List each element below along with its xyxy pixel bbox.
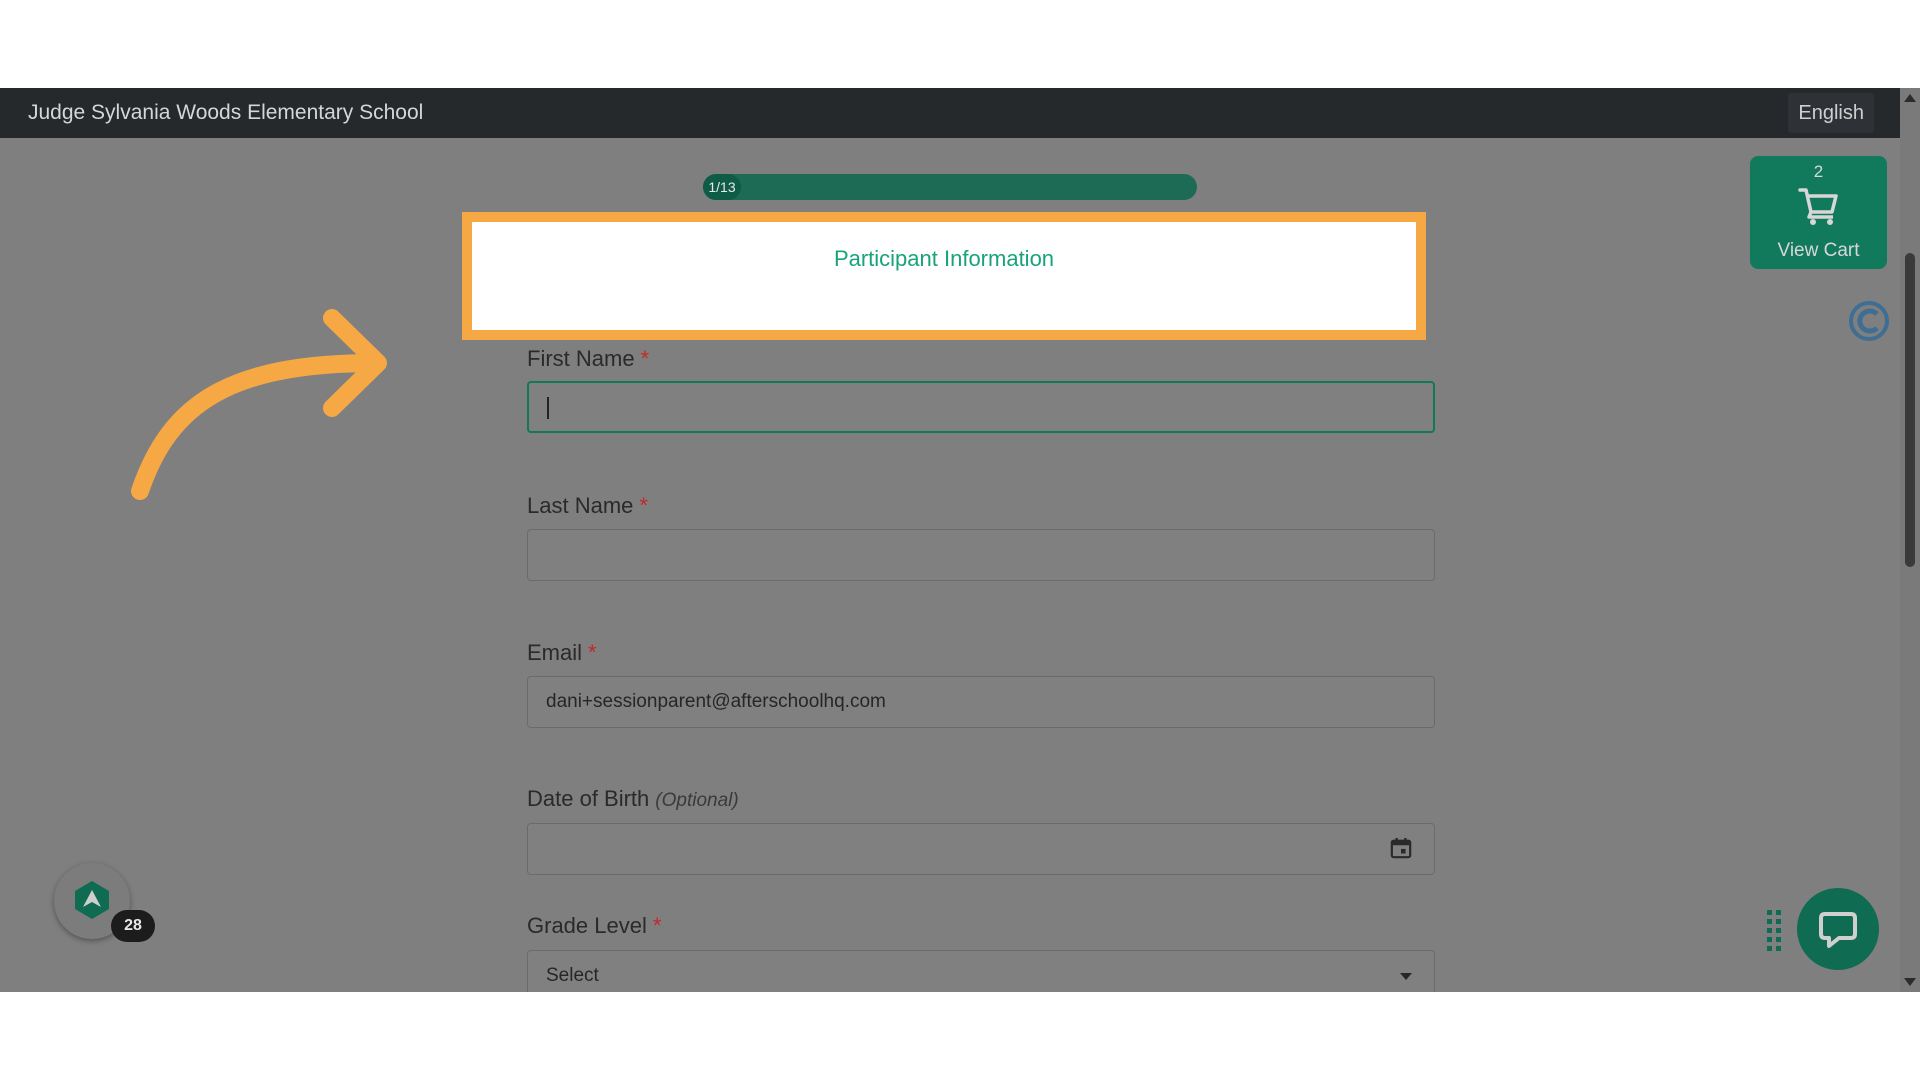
- chat-button[interactable]: [1797, 888, 1879, 970]
- section-title: Participant Information: [833, 246, 1055, 271]
- notification-count-badge: 28: [111, 910, 155, 942]
- text-caret: [547, 397, 549, 419]
- cart-icon: [1798, 188, 1838, 225]
- calendar-icon[interactable]: [1390, 837, 1412, 859]
- cart-count: 2: [1813, 162, 1824, 181]
- language-selector[interactable]: English: [1788, 93, 1874, 133]
- first-name-input[interactable]: [527, 381, 1435, 433]
- c-logo-icon[interactable]: [1848, 300, 1890, 342]
- required-mark: *: [652, 913, 662, 938]
- grade-level-label-text: Grade Level: [527, 913, 647, 938]
- optional-note: (Optional): [655, 790, 739, 811]
- section-header-highlight: Participant Information: [462, 212, 1426, 340]
- dob-input[interactable]: [527, 823, 1435, 875]
- email-label: Email *: [527, 640, 597, 666]
- top-bar: Judge Sylvania Woods Elementary School E…: [0, 88, 1900, 138]
- school-name: Judge Sylvania Woods Elementary School: [28, 101, 424, 124]
- scrollbar[interactable]: [1900, 88, 1920, 992]
- app-viewport: Judge Sylvania Woods Elementary School E…: [0, 88, 1920, 992]
- last-name-input[interactable]: [527, 529, 1435, 581]
- view-cart-label: View Cart: [1777, 240, 1860, 261]
- view-cart-button[interactable]: 2 View Cart: [1750, 156, 1887, 269]
- chat-bubble-icon: [1819, 912, 1857, 948]
- dob-label-text: Date of Birth: [527, 786, 650, 811]
- annotation-arrow: [131, 309, 387, 500]
- grade-level-label: Grade Level *: [527, 913, 661, 939]
- logo-icon: [75, 881, 109, 919]
- email-input[interactable]: dani+sessionparent@afterschoolhq.com: [527, 676, 1435, 728]
- grade-level-select[interactable]: Select: [527, 950, 1435, 992]
- scrollbar-thumb[interactable]: [1905, 253, 1915, 567]
- required-mark: *: [639, 493, 648, 518]
- drag-handle-icon[interactable]: [1766, 908, 1782, 952]
- first-name-label-text: First Name: [527, 346, 635, 371]
- scroll-up-icon[interactable]: [1904, 94, 1916, 102]
- chevron-down-icon: [1400, 973, 1412, 980]
- first-name-label: First Name *: [527, 346, 649, 372]
- progress-label: 1/13: [708, 179, 736, 195]
- required-mark: *: [588, 640, 597, 665]
- scroll-down-icon[interactable]: [1904, 978, 1916, 986]
- email-value: dani+sessionparent@afterschoolhq.com: [546, 691, 886, 712]
- dob-label: Date of Birth (Optional): [527, 786, 739, 812]
- last-name-label-text: Last Name: [527, 493, 634, 518]
- progress-bar: 1/13: [703, 174, 1197, 200]
- last-name-label: Last Name *: [527, 493, 648, 519]
- required-mark: *: [640, 346, 650, 371]
- grade-level-value: Select: [546, 965, 599, 986]
- email-label-text: Email: [527, 640, 583, 665]
